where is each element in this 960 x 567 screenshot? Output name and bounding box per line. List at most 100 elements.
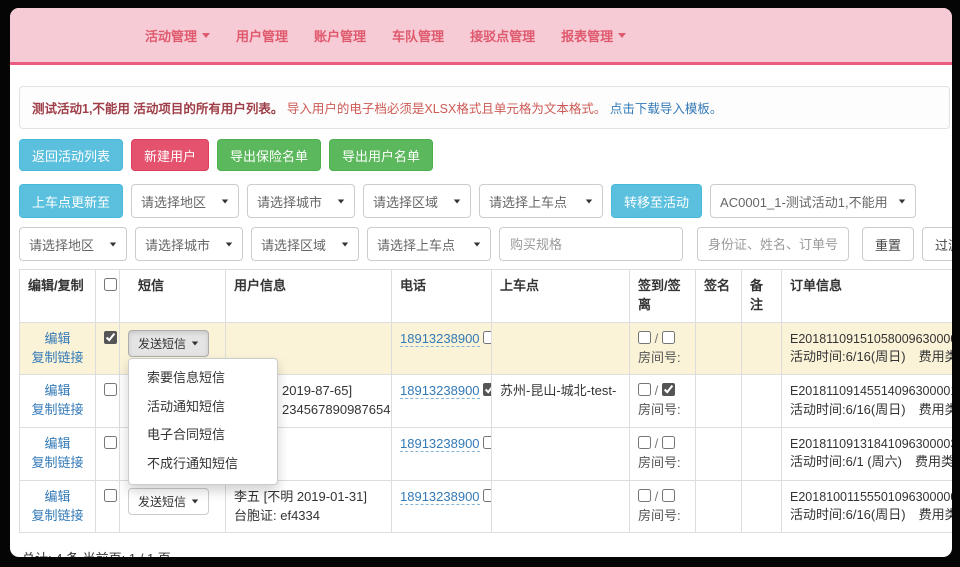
edit-link[interactable]: 编辑 xyxy=(28,488,87,507)
reset-button[interactable]: 重置 xyxy=(862,227,914,261)
district-select[interactable]: 请选择区域 xyxy=(363,184,471,218)
select-row-checkbox[interactable] xyxy=(104,331,117,344)
sign-out-checkbox[interactable] xyxy=(662,436,675,449)
export-insurance-list-button[interactable]: 导出保险名单 xyxy=(217,139,321,171)
caret-down-icon xyxy=(192,341,198,345)
copy-link[interactable]: 复制链接 xyxy=(28,349,87,368)
menu-item-trip-cancel-notice-sms[interactable]: 不成行通知短信 xyxy=(129,450,277,479)
phone-link[interactable]: 18913238900 xyxy=(400,331,480,347)
phone-checkbox[interactable] xyxy=(483,436,491,449)
select-value: 请选择区域 xyxy=(373,192,438,211)
filter-district-select[interactable]: 请选择区域 xyxy=(251,227,359,261)
filter-city-select[interactable]: 请选择城市 xyxy=(135,227,243,261)
room-number-label: 房间号: xyxy=(638,454,687,473)
room-number-label: 房间号: xyxy=(638,401,687,420)
select-row-checkbox[interactable] xyxy=(104,383,117,396)
order-number: E2018110913184109630000311 xyxy=(790,435,952,453)
order-detail: 活动时间:6/16(周日) 费用类型 xyxy=(790,348,952,367)
signature-cell xyxy=(696,322,742,375)
pickup-point-cell: 苏州-昆山-城北-test- xyxy=(492,375,630,428)
activity-alert-banner: 测试活动1,不能用 活动项目的所有用户列表。 导入用户的电子档必须是XLSX格式… xyxy=(19,86,950,129)
nav-label: 活动管理 xyxy=(145,26,197,45)
select-value: 请选择城市 xyxy=(257,192,322,211)
phone-checkbox[interactable] xyxy=(483,383,491,396)
select-value: 请选择地区 xyxy=(141,192,206,211)
region-select[interactable]: 请选择地区 xyxy=(131,184,239,218)
menu-item-e-contract-sms[interactable]: 电子合同短信 xyxy=(129,421,277,450)
send-sms-button[interactable]: 发送短信 xyxy=(128,488,209,515)
nav-item-report-management[interactable]: 报表管理 xyxy=(548,26,639,45)
phone-checkbox[interactable] xyxy=(483,331,491,344)
search-input[interactable] xyxy=(697,227,849,261)
transfer-to-activity-button[interactable]: 转移至活动 xyxy=(611,184,702,218)
nav-item-pickup-point-management[interactable]: 接驳点管理 xyxy=(457,26,548,45)
purchase-spec-input[interactable] xyxy=(499,227,683,261)
caret-down-icon xyxy=(474,242,480,246)
sign-out-checkbox[interactable] xyxy=(662,383,675,396)
filter-region-select[interactable]: 请选择地区 xyxy=(19,227,127,261)
main-content: 测试活动1,不能用 活动项目的所有用户列表。 导入用户的电子档必须是XLSX格式… xyxy=(10,65,952,557)
menu-item-request-info-sms[interactable]: 索要信息短信 xyxy=(129,364,277,393)
edit-link[interactable]: 编辑 xyxy=(28,330,87,349)
table-header-row: 编辑/复制 短信 用户信息 电话 上车点 签到/签离 签名 备注 订单信息 xyxy=(20,270,953,323)
note-cell xyxy=(742,322,782,375)
nav-item-activity-management[interactable]: 活动管理 xyxy=(132,26,223,45)
signature-cell xyxy=(696,375,742,428)
copy-link[interactable]: 复制链接 xyxy=(28,454,87,473)
caret-down-icon xyxy=(222,199,228,203)
sign-out-checkbox[interactable] xyxy=(662,489,675,502)
nav-item-account-management[interactable]: 账户管理 xyxy=(301,26,379,45)
pickup-point-select[interactable]: 请选择上车点 xyxy=(479,184,603,218)
phone-link[interactable]: 18913238900 xyxy=(400,436,480,452)
copy-link[interactable]: 复制链接 xyxy=(28,507,87,526)
order-detail: 活动时间:6/1 (周六) 费用类型 xyxy=(790,453,952,472)
phone-link[interactable]: 18913238900 xyxy=(400,383,480,399)
nav-label: 接驳点管理 xyxy=(470,26,535,45)
caret-down-icon xyxy=(899,199,905,203)
select-row-checkbox[interactable] xyxy=(104,436,117,449)
city-select[interactable]: 请选择城市 xyxy=(247,184,355,218)
send-sms-button[interactable]: 发送短信 xyxy=(128,330,209,357)
back-to-activity-list-button[interactable]: 返回活动列表 xyxy=(19,139,123,171)
signature-cell xyxy=(696,480,742,533)
note-cell xyxy=(742,375,782,428)
slash-separator: / xyxy=(655,331,659,346)
copy-link[interactable]: 复制链接 xyxy=(28,401,87,420)
note-cell xyxy=(742,428,782,481)
sign-in-checkbox[interactable] xyxy=(638,331,651,344)
nav-item-user-management[interactable]: 用户管理 xyxy=(223,26,301,45)
order-detail: 活动时间:6/16(周日) 费用类型 xyxy=(790,401,952,420)
edit-link[interactable]: 编辑 xyxy=(28,435,87,454)
sign-in-checkbox[interactable] xyxy=(638,436,651,449)
sign-in-checkbox[interactable] xyxy=(638,383,651,396)
select-row-checkbox[interactable] xyxy=(104,489,117,502)
edit-link[interactable]: 编辑 xyxy=(28,382,87,401)
filter-pickup-point-select[interactable]: 请选择上车点 xyxy=(367,227,491,261)
phone-link[interactable]: 18913238900 xyxy=(400,489,480,505)
download-template-link[interactable]: 点击下载导入模板。 xyxy=(610,102,723,116)
slash-separator: / xyxy=(655,383,659,398)
user-table-wrapper: 编辑/复制 短信 用户信息 电话 上车点 签到/签离 签名 备注 订单信息 xyxy=(19,269,952,533)
select-all-checkbox[interactable] xyxy=(104,278,117,291)
header-sign-in-out: 签到/签离 xyxy=(630,270,696,323)
header-edit-copy: 编辑/复制 xyxy=(20,270,96,323)
filter-button[interactable]: 过滤 xyxy=(922,227,952,261)
caret-down-icon xyxy=(202,33,210,38)
update-pickup-point-button[interactable]: 上车点更新至 xyxy=(19,184,123,218)
app-window: 活动管理 用户管理 账户管理 车队管理 接驳点管理 报表管理 测试活动1,不能用… xyxy=(10,8,952,557)
order-number: E2018100115550109630000001 xyxy=(790,488,952,506)
phone-checkbox[interactable] xyxy=(483,489,491,502)
nav-item-fleet-management[interactable]: 车队管理 xyxy=(379,26,457,45)
new-user-button[interactable]: 新建用户 xyxy=(131,139,209,171)
menu-item-activity-notice-sms[interactable]: 活动通知短信 xyxy=(129,393,277,422)
sign-out-checkbox[interactable] xyxy=(662,331,675,344)
activity-select[interactable]: AC0001_1-测试活动1,不能用 xyxy=(710,184,916,218)
pickup-point-cell xyxy=(492,480,630,533)
user-info-line1: 李五 [不明 2019-01-31] xyxy=(234,488,383,507)
table-row: 编辑 复制链接 发送短信 索要信息短信 xyxy=(20,322,953,375)
export-user-list-button[interactable]: 导出用户名单 xyxy=(329,139,433,171)
sign-in-checkbox[interactable] xyxy=(638,489,651,502)
header-order-info: 订单信息 xyxy=(782,270,953,323)
caret-down-icon xyxy=(342,242,348,246)
pickup-point-cell xyxy=(492,322,630,375)
